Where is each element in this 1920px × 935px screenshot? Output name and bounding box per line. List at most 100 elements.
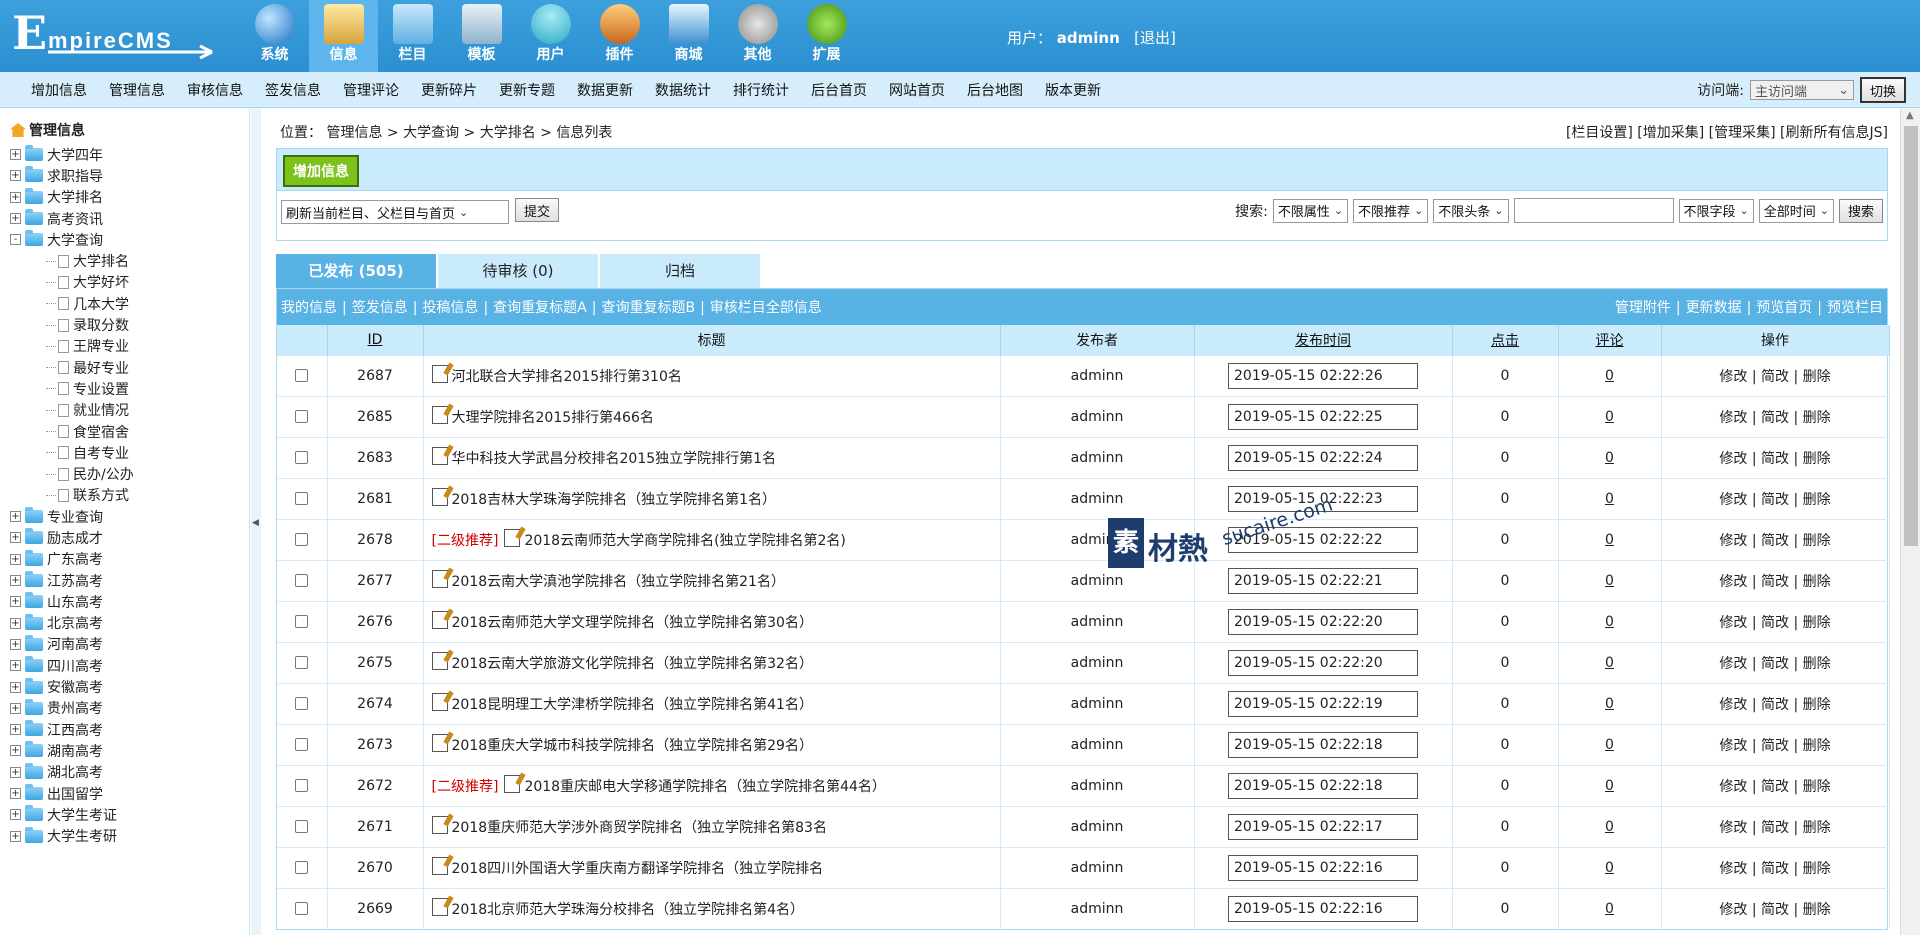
quick-edit-link[interactable]: 简改 (1761, 533, 1789, 549)
module-tools[interactable]: 插件 (585, 0, 654, 72)
module-gear[interactable]: 其他 (723, 0, 792, 72)
comments-link[interactable]: 0 (1605, 368, 1614, 384)
expand-icon[interactable]: + (10, 745, 21, 757)
tree-item[interactable]: + 贵州高考 (10, 698, 134, 719)
logout-link[interactable]: [退出] (1134, 29, 1176, 47)
publish-time-field[interactable]: 2019-05-15 02:22:26 (1228, 362, 1418, 389)
title-link[interactable]: 2018吉林大学珠海学院排名（独立学院排名第1名） (452, 492, 777, 508)
delete-link[interactable]: 删除 (1803, 492, 1831, 508)
edit-link[interactable]: 修改 (1719, 574, 1747, 590)
attribute-filter-select[interactable]: 不限属性 (1272, 198, 1349, 223)
refresh-select[interactable]: 刷新当前栏目、父栏目与首页 (281, 200, 509, 224)
tree-item[interactable]: - 大学查询 (10, 229, 134, 250)
expand-icon[interactable]: + (10, 660, 21, 672)
title-link[interactable]: 2018云南大学滇池学院排名（独立学院排名第21名） (452, 574, 785, 590)
empirecms-logo[interactable]: E mpireCMS (12, 8, 217, 60)
menu-item[interactable]: 审核信息 (176, 80, 254, 100)
expand-icon[interactable]: + (10, 809, 21, 821)
edit-link[interactable]: 修改 (1719, 697, 1747, 713)
edit-document-icon[interactable] (431, 570, 448, 588)
tree-subitem[interactable]: 自考专业 (10, 442, 134, 463)
menu-item[interactable]: 后台首页 (800, 80, 878, 100)
tree-subitem[interactable]: 就业情况 (10, 400, 134, 421)
menu-item[interactable]: 管理评论 (332, 80, 410, 100)
edit-document-icon[interactable] (431, 652, 448, 670)
expand-icon[interactable]: + (10, 596, 21, 608)
tree-item[interactable]: + 大学生考证 (10, 804, 134, 825)
scrollbar-thumb[interactable] (1904, 126, 1918, 546)
row-checkbox[interactable] (295, 820, 309, 833)
comments-link[interactable]: 0 (1605, 573, 1614, 589)
tree-subitem[interactable]: 大学好坏 (10, 272, 134, 293)
delete-link[interactable]: 删除 (1803, 861, 1831, 877)
edit-document-icon[interactable] (431, 365, 448, 383)
expand-icon[interactable]: + (10, 191, 21, 203)
edit-document-icon[interactable] (431, 857, 448, 875)
expand-icon[interactable]: + (10, 170, 21, 182)
menu-item[interactable]: 网站首页 (878, 80, 956, 100)
tree-item[interactable]: + 高考资讯 (10, 208, 134, 229)
collapse-icon[interactable]: - (10, 234, 21, 246)
comments-link[interactable]: 0 (1605, 860, 1614, 876)
comments-link[interactable]: 0 (1605, 532, 1614, 548)
title-link[interactable]: 2018云南师范大学文理学院排名（独立学院排名第30名） (452, 615, 813, 631)
menu-item[interactable]: 版本更新 (1034, 80, 1112, 100)
tree-item[interactable]: + 湖南高考 (10, 740, 134, 761)
edit-document-icon[interactable] (431, 406, 448, 424)
breadcrumb[interactable]: 位置： 管理信息 > 大学查询 > 大学排名 > 信息列表 (280, 122, 612, 142)
sidebar-collapse-handle[interactable]: ◀ (251, 108, 261, 935)
submit-button[interactable]: 提交 (515, 198, 560, 222)
quick-edit-link[interactable]: 简改 (1761, 492, 1789, 508)
comments-link[interactable]: 0 (1605, 819, 1614, 835)
edit-link[interactable]: 修改 (1719, 902, 1747, 918)
comments-link[interactable]: 0 (1605, 491, 1614, 507)
title-link[interactable]: 大理学院排名2015排行第466名 (452, 410, 654, 426)
row-checkbox[interactable] (295, 697, 309, 710)
tab-2[interactable]: 归档 (600, 254, 760, 288)
switch-button[interactable]: 切换 (1859, 77, 1906, 103)
edit-document-icon[interactable] (431, 488, 448, 506)
comments-link[interactable]: 0 (1605, 737, 1614, 753)
toolbar-right-link[interactable]: 预览栏目 (1827, 300, 1883, 316)
edit-link[interactable]: 修改 (1719, 410, 1747, 426)
expand-icon[interactable]: + (10, 788, 21, 800)
expand-icon[interactable]: + (10, 638, 21, 650)
quick-edit-link[interactable]: 简改 (1761, 861, 1789, 877)
menu-item[interactable]: 更新专题 (488, 80, 566, 100)
delete-link[interactable]: 删除 (1803, 779, 1831, 795)
menu-item[interactable]: 增加信息 (20, 80, 98, 100)
tree-subitem[interactable]: 联系方式 (10, 485, 134, 506)
edit-document-icon[interactable] (431, 734, 448, 752)
tree-item[interactable]: + 湖北高考 (10, 762, 134, 783)
edit-link[interactable]: 修改 (1719, 820, 1747, 836)
publish-time-field[interactable]: 2019-05-15 02:22:20 (1228, 649, 1418, 676)
edit-link[interactable]: 修改 (1719, 369, 1747, 385)
quick-edit-link[interactable]: 简改 (1761, 451, 1789, 467)
module-globe[interactable]: 系统 (240, 0, 309, 72)
row-checkbox[interactable] (295, 902, 309, 916)
tree-item[interactable]: + 求职指导 (10, 165, 134, 186)
tree-item[interactable]: + 大学生考研 (10, 826, 134, 847)
title-link[interactable]: 河北联合大学排名2015排行第310名 (452, 369, 682, 385)
tree-item[interactable]: + 专业查询 (10, 506, 134, 527)
title-link[interactable]: 2018重庆邮电大学移通学院排名（独立学院排名第44名） (524, 779, 885, 795)
quick-edit-link[interactable]: 简改 (1761, 820, 1789, 836)
menu-item[interactable]: 后台地图 (956, 80, 1034, 100)
field-select[interactable]: 不限字段 (1678, 198, 1754, 223)
edit-document-icon[interactable] (431, 611, 448, 629)
comments-link[interactable]: 0 (1605, 614, 1614, 630)
menu-item[interactable]: 签发信息 (254, 80, 332, 100)
headline-filter-select[interactable]: 不限头条 (1433, 198, 1509, 223)
tree-subitem[interactable]: 王牌专业 (10, 336, 134, 357)
menu-item[interactable]: 管理信息 (98, 80, 176, 100)
edit-link[interactable]: 修改 (1719, 779, 1747, 795)
expand-icon[interactable]: + (10, 575, 21, 587)
edit-link[interactable]: 修改 (1719, 615, 1747, 631)
search-button[interactable]: 搜索 (1838, 198, 1883, 223)
edit-link[interactable]: 修改 (1719, 861, 1747, 877)
comments-column-header[interactable]: 评论 (1558, 325, 1662, 355)
id-column-header[interactable]: ID (327, 325, 424, 355)
publish-time-field[interactable]: 2019-05-15 02:22:25 (1228, 403, 1418, 430)
time-column-header[interactable]: 发布时间 (1194, 325, 1453, 355)
edit-document-icon[interactable] (431, 447, 448, 465)
